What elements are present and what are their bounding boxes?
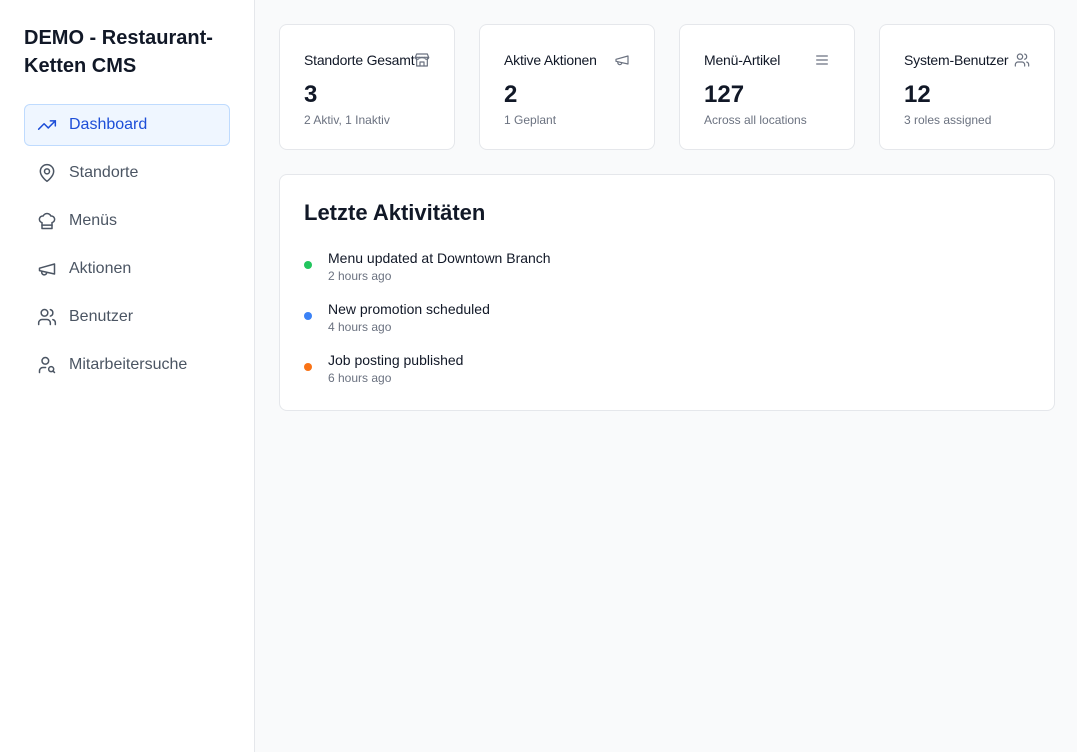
app-root: DEMO - Restaurant-Ketten CMS Dashboard S… — [0, 0, 1077, 752]
activity-item: New promotion scheduled 4 hours ago — [304, 300, 1030, 335]
users-icon — [37, 307, 57, 327]
activity-item: Menu updated at Downtown Branch 2 hours … — [304, 249, 1030, 284]
sidebar-item-label: Aktionen — [69, 260, 132, 277]
stat-title: System-Benutzer — [904, 52, 1009, 68]
sidebar-item-menus[interactable]: Menüs — [24, 200, 230, 242]
sidebar-nav: Dashboard Standorte Menüs Aktionen Benut… — [24, 104, 230, 386]
sidebar-item-label: Standorte — [69, 164, 139, 181]
stat-value: 127 — [704, 81, 745, 108]
stat-value: 3 — [304, 81, 318, 108]
activity-list: Menu updated at Downtown Branch 2 hours … — [304, 249, 1030, 386]
stat-title: Menü-Artikel — [704, 52, 781, 68]
sidebar: DEMO - Restaurant-Ketten CMS Dashboard S… — [0, 0, 255, 752]
stat-subtext: 3 roles assigned — [904, 113, 992, 127]
megaphone-icon — [37, 259, 57, 279]
status-dot-orange — [304, 363, 312, 371]
chef-hat-icon — [37, 211, 57, 231]
sidebar-item-dashboard[interactable]: Dashboard — [24, 104, 230, 146]
stat-card-standorte: Standorte Gesamt 3 2 Aktiv, 1 Inaktiv — [279, 24, 455, 150]
stat-subtext: Across all locations — [704, 113, 807, 127]
sidebar-item-label: Benutzer — [69, 308, 134, 325]
stat-title: Aktive Aktionen — [504, 52, 597, 68]
status-dot-green — [304, 261, 312, 269]
activity-text: New promotion scheduled — [328, 301, 490, 317]
stat-card-benutzer: System-Benutzer 12 3 roles assigned — [879, 24, 1055, 150]
stat-card-menu-artikel: Menü-Artikel 127 Across all locations — [679, 24, 855, 150]
activity-text: Job posting published — [328, 352, 464, 368]
user-search-icon — [37, 355, 57, 375]
map-pin-icon — [37, 163, 57, 183]
store-icon — [414, 52, 430, 68]
stat-card-aktionen: Aktive Aktionen 2 1 Geplant — [479, 24, 655, 150]
trending-up-icon — [37, 115, 57, 135]
activity-item: Job posting published 6 hours ago — [304, 351, 1030, 386]
sidebar-item-label: Mitarbeitersuche — [69, 356, 188, 373]
sidebar-item-standorte[interactable]: Standorte — [24, 152, 230, 194]
sidebar-item-benutzer[interactable]: Benutzer — [24, 296, 230, 338]
sidebar-item-label: Menüs — [69, 212, 118, 229]
stat-value: 2 — [504, 81, 518, 108]
stat-subtext: 2 Aktiv, 1 Inaktiv — [304, 113, 390, 127]
activity-title: Letzte Aktivitäten — [304, 200, 486, 225]
sidebar-item-aktionen[interactable]: Aktionen — [24, 248, 230, 290]
stat-value: 12 — [904, 81, 931, 108]
brand-title: DEMO - Restaurant-Ketten CMS — [24, 27, 213, 77]
sidebar-item-mitarbeitersuche[interactable]: Mitarbeitersuche — [24, 344, 230, 386]
users-icon — [1014, 52, 1030, 68]
activity-text: Menu updated at Downtown Branch — [328, 250, 551, 266]
stat-subtext: 1 Geplant — [504, 113, 557, 127]
main-content: Standorte Gesamt 3 2 Aktiv, 1 Inaktiv Ak… — [255, 0, 1077, 752]
stat-title: Standorte Gesamt — [304, 52, 415, 68]
sidebar-item-label: Dashboard — [69, 116, 148, 133]
activity-time: 2 hours ago — [328, 269, 392, 283]
stats-row: Standorte Gesamt 3 2 Aktiv, 1 Inaktiv Ak… — [279, 24, 1055, 150]
recent-activity-panel: Letzte Aktivitäten Menu updated at Downt… — [279, 174, 1055, 411]
status-dot-blue — [304, 312, 312, 320]
menu-lines-icon — [814, 52, 830, 68]
activity-time: 6 hours ago — [328, 371, 392, 385]
megaphone-icon — [614, 52, 630, 68]
activity-time: 4 hours ago — [328, 320, 392, 334]
